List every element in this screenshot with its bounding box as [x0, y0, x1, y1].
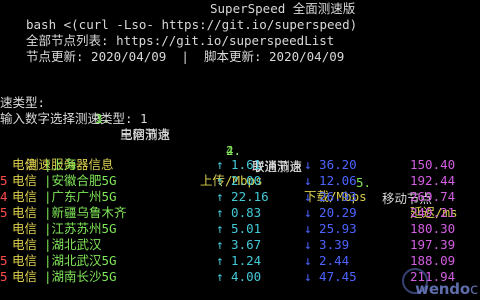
node-update: 节点更新: 2020/04/09: [26, 49, 167, 64]
row-server-name: |江苏苏州5G: [44, 221, 117, 236]
row-server-name: |湖北武汉5G: [44, 253, 117, 268]
row-upload: ↑ 1.24: [216, 253, 262, 268]
row-isp: 电信: [12, 221, 38, 236]
prompt-line[interactable]: 输入数字选择测速类型: 1: [0, 111, 148, 127]
prompt-text: 输入数字选择测速类型: 1: [0, 111, 148, 126]
row-latency: 180.30: [410, 221, 456, 236]
row-isp: 电信: [12, 157, 38, 172]
row-latency: 188.09: [410, 253, 456, 268]
row-server-name: |安徽合肥5G: [44, 173, 117, 188]
row-id: 5: [0, 269, 8, 284]
row-upload: ↑ 22.16: [216, 189, 269, 204]
separator: |: [181, 49, 189, 64]
row-server-name: |新疆乌鲁木齐: [44, 205, 127, 220]
watermark-text: wendo: [415, 280, 470, 298]
table-header: 测速服务器信息 上传/Mbps 下载/Mbps 延迟/ms: [0, 141, 458, 220]
row-id: 5: [0, 173, 8, 188]
update-line: 节点更新: 2020/04/09 | 脚本更新: 2020/04/09: [26, 49, 344, 65]
option-3-label: 电信节点: [120, 127, 171, 142]
row-latency: 150.40: [410, 157, 456, 172]
row-latency: 269.74: [410, 189, 456, 204]
row-upload: ↑ 4.00: [216, 269, 262, 284]
row-isp: 电信: [12, 205, 38, 220]
menu-line-2: 3. 电信节点 4. 联通节点 5. 移动节点: [0, 95, 432, 206]
row-download: ↓ 36.20: [304, 157, 357, 172]
row-download: ↓ 20.29: [304, 205, 357, 220]
row-upload: ↑ 0.83: [216, 205, 262, 220]
terminal-window: SuperSpeed 全面测速版 bash <(curl -Lso- https…: [0, 0, 480, 300]
row-download: ↓ 3.39: [304, 237, 350, 252]
row-download: ↓ 47.45: [304, 269, 357, 284]
row-download: ↓ 2.44: [304, 253, 350, 268]
row-latency: 197.39: [410, 237, 456, 252]
node-list-line: 全部节点列表: https://git.io/superspeedList: [26, 33, 334, 49]
title-text: SuperSpeed 全面测速版: [210, 1, 356, 16]
row-isp: 电信: [12, 189, 38, 204]
row-isp: 电信: [12, 253, 38, 268]
title-line: SuperSpeed 全面测速版: [210, 1, 355, 17]
row-latency: 192.44: [410, 173, 456, 188]
row-id: 4: [0, 189, 8, 204]
row-isp: 电信: [12, 269, 38, 284]
row-isp: 电信: [12, 237, 38, 252]
row-isp: 电信: [12, 173, 38, 188]
row-server-name: |上海: [44, 157, 77, 172]
command-line: bash <(curl -Lso- https://git.io/supersp…: [26, 17, 357, 33]
row-server-name: |湖北武汉: [44, 237, 102, 252]
row-upload: ↑ 2.00: [216, 173, 262, 188]
row-download: ↓ 25.93: [304, 221, 357, 236]
watermark: wendoc: [415, 280, 478, 298]
node-list-label: 全部节点列表:: [26, 33, 109, 48]
row-latency: 249.21: [410, 205, 456, 220]
node-list-url: https://git.io/superspeedList: [116, 33, 335, 48]
row-download: ↓ 12.06: [304, 173, 357, 188]
row-download: ↓ 26.93: [304, 189, 357, 204]
row-server-name: |广东广州5G: [44, 189, 117, 204]
row-upload: ↑ 5.01: [216, 221, 262, 236]
row-id: 5: [0, 253, 8, 268]
command-text: bash <(curl -Lso- https://git.io/supersp…: [26, 17, 358, 32]
row-upload: ↑ 3.67: [216, 237, 262, 252]
watermark-tail: c: [469, 280, 478, 298]
row-id: 5: [0, 205, 8, 220]
script-update: 脚本更新: 2020/04/09: [203, 49, 345, 64]
menu-line-1: 速类型: 1. 三网测速 2. 取消测速: [0, 79, 302, 174]
row-upload: ↑ 1.61: [216, 157, 262, 172]
row-server-name: |湖南长沙5G: [44, 269, 117, 284]
